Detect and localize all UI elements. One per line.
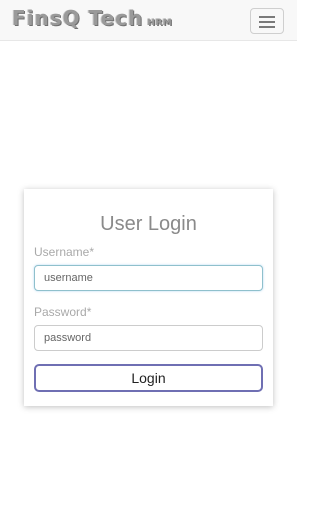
password-label: Password* — [34, 305, 92, 319]
password-input[interactable] — [34, 325, 263, 351]
nav-toggle-button[interactable] — [250, 8, 284, 34]
brand-subtitle: HRM — [147, 18, 173, 28]
login-title: User Login — [100, 213, 197, 235]
brand-name: FinsQ Tech — [12, 6, 144, 30]
login-button[interactable]: Login — [34, 364, 263, 392]
login-card: User Login Username* Password* Login — [24, 189, 273, 406]
brand-logo[interactable]: FinsQ Tech HRM — [12, 6, 172, 30]
navbar: FinsQ Tech HRM — [0, 0, 297, 41]
hamburger-icon — [259, 16, 275, 18]
username-label: Username* — [34, 245, 95, 259]
username-input[interactable] — [34, 265, 263, 291]
hamburger-icon — [259, 26, 275, 28]
hamburger-icon — [259, 21, 275, 23]
